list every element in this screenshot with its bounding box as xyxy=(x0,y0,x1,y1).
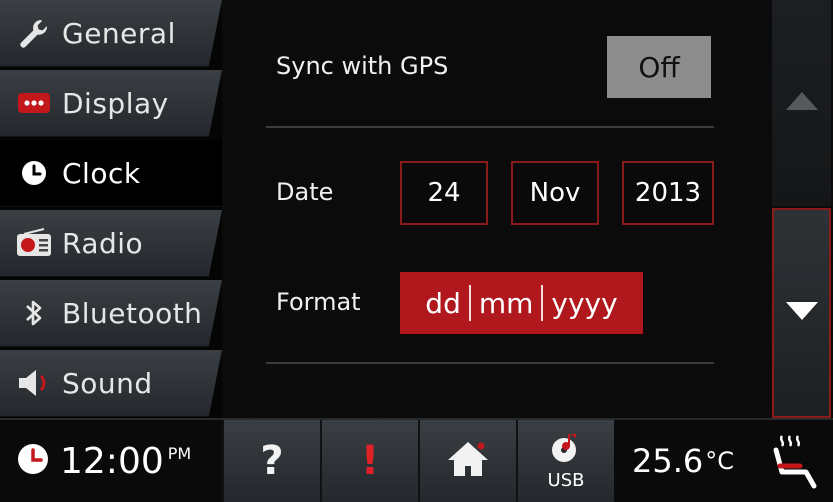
bottom-bar: 12:00 PM ? ! USB 25.6 °C xyxy=(0,418,833,502)
speaker-icon xyxy=(14,363,54,403)
seat-heat-icon xyxy=(766,435,824,496)
radio-icon xyxy=(14,223,54,263)
sidebar-item-bluetooth[interactable]: Bluetooth xyxy=(0,280,222,347)
gps-sync-toggle[interactable]: Off xyxy=(607,36,711,98)
scroll-up-arrow-icon xyxy=(784,90,820,116)
date-day-field[interactable]: 24 xyxy=(400,161,488,225)
current-time: 12:00 xyxy=(60,440,164,482)
sidebar-item-clock[interactable]: Clock xyxy=(0,140,222,207)
divider xyxy=(266,126,714,128)
music-disc-icon xyxy=(548,432,584,468)
alert-icon: ! xyxy=(360,438,380,484)
help-icon: ? xyxy=(260,438,284,484)
format-divider xyxy=(468,285,471,321)
date-format-button[interactable]: dd mm yyyy xyxy=(400,272,643,334)
sidebar-item-label: Sound xyxy=(62,366,153,400)
format-part-day: dd xyxy=(425,286,461,320)
sidebar-item-general[interactable]: General xyxy=(0,0,222,67)
clock-display[interactable]: 12:00 PM xyxy=(0,420,222,502)
home-button[interactable] xyxy=(418,420,516,502)
clock-settings-panel: Sync with GPS Off Date 24 Nov 2013 Forma… xyxy=(222,0,770,418)
gps-sync-label: Sync with GPS xyxy=(276,52,449,80)
wrench-icon xyxy=(14,13,54,53)
sidebar-item-label: Clock xyxy=(62,156,141,190)
temperature-unit: °C xyxy=(705,447,735,475)
sidebar-item-label: General xyxy=(62,16,176,50)
sidebar-item-display[interactable]: Display xyxy=(0,70,222,137)
home-icon xyxy=(446,440,490,482)
format-label: Format xyxy=(276,288,361,316)
format-divider xyxy=(541,285,544,321)
am-pm-indicator: PM xyxy=(167,443,192,463)
sidebar-item-label: Radio xyxy=(62,226,144,260)
date-year-field[interactable]: 2013 xyxy=(622,161,714,225)
divider xyxy=(266,362,714,364)
temperature-value: 25.6 xyxy=(632,442,704,480)
clock-icon xyxy=(14,153,54,193)
scroll-down-button[interactable] xyxy=(772,208,831,418)
temperature-readout[interactable]: 25.6 °C xyxy=(632,420,734,502)
scroll-down-arrow-icon xyxy=(784,300,820,326)
scroll-controls xyxy=(770,0,833,418)
settings-sidebar: General Display Clock Radio Bluetooth So… xyxy=(0,0,222,418)
sidebar-item-label: Bluetooth xyxy=(62,296,203,330)
clock-icon xyxy=(16,442,50,480)
display-dots-icon xyxy=(14,83,54,123)
help-button[interactable]: ? xyxy=(222,420,320,502)
alert-button[interactable]: ! xyxy=(320,420,418,502)
date-label: Date xyxy=(276,178,334,206)
scroll-up-button[interactable] xyxy=(772,0,831,206)
usb-label: USB xyxy=(547,469,585,491)
usb-source-button[interactable]: USB xyxy=(516,420,614,502)
seat-heater-button[interactable] xyxy=(766,432,824,492)
sidebar-item-sound[interactable]: Sound xyxy=(0,350,222,417)
format-part-year: yyyy xyxy=(551,286,618,320)
sidebar-item-label: Display xyxy=(62,86,169,120)
date-month-field[interactable]: Nov xyxy=(511,161,599,225)
sidebar-item-radio[interactable]: Radio xyxy=(0,210,222,277)
infotainment-screen: General Display Clock Radio Bluetooth So… xyxy=(0,0,833,502)
bluetooth-icon xyxy=(14,293,54,333)
format-part-month: mm xyxy=(478,286,534,320)
